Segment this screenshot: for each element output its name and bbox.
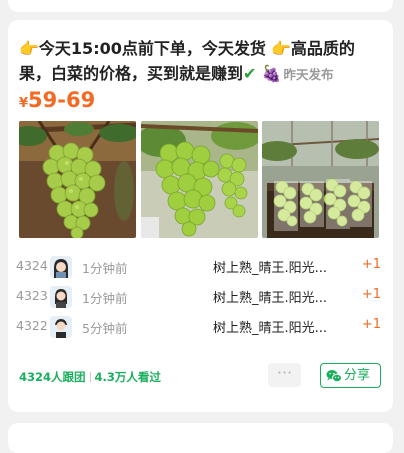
order-row[interactable]: 4324 1分钟前 树上熟_晴王.阳光... +1 [8, 256, 393, 278]
grape-photo-3[interactable] [262, 121, 379, 238]
check-mark-icon: ✔ [243, 64, 257, 83]
pointing-hand-icon: 👉 [265, 39, 291, 58]
order-quantity: +1 [361, 257, 381, 272]
order-quantity: +1 [361, 287, 381, 302]
order-product: 树上熟_晴王.阳光... [213, 291, 328, 306]
avatar [50, 286, 72, 308]
next-card [8, 423, 393, 453]
divider [89, 372, 91, 382]
order-product: 树上熟_晴王.阳光... [213, 321, 328, 336]
share-label: 分享 [344, 368, 371, 383]
price-range: ¥59-69 [19, 88, 96, 112]
publish-date: 昨天发布 [283, 67, 334, 82]
order-row[interactable]: 4322 5分钟前 树上熟_晴王.阳光... +1 [8, 316, 393, 338]
avatar [50, 256, 72, 278]
engagement-stats: 4324人跟团 4.3万人看过 [19, 369, 161, 385]
order-time: 1分钟前 [82, 291, 128, 306]
order-number: 4324 [16, 258, 48, 273]
photo-gallery [19, 121, 379, 238]
share-button[interactable]: 分享 [320, 363, 381, 388]
group-buy-post-card[interactable]: 👉今天15:00点前下单，今天发货 👉高品质的果，白菜的价格，买到就是赚到✔ 🍇… [8, 20, 393, 412]
grape-photo-2[interactable] [141, 121, 258, 238]
views-count: 4.3万人看过 [94, 370, 161, 384]
order-time: 5分钟前 [82, 321, 128, 336]
grape-icon: 🍇 [256, 64, 282, 83]
order-row[interactable]: 4323 1分钟前 树上熟_晴王.阳光... +1 [8, 286, 393, 308]
order-time: 1分钟前 [82, 261, 128, 276]
order-number: 4323 [16, 288, 48, 303]
post-title: 👉今天15:00点前下单，今天发货 👉高品质的果，白菜的价格，买到就是赚到✔ 🍇… [19, 39, 355, 83]
wechat-icon [326, 368, 342, 391]
order-number: 4322 [16, 318, 48, 333]
previous-card [8, 0, 393, 12]
grape-photo-1[interactable] [19, 121, 136, 238]
more-button[interactable]: ··· [268, 363, 301, 387]
order-quantity: +1 [361, 317, 381, 332]
order-product: 树上熟_晴王.阳光... [213, 261, 328, 276]
followers-count: 4324人跟团 [19, 370, 86, 384]
avatar [50, 316, 72, 338]
pointing-hand-icon: 👉 [19, 39, 39, 58]
